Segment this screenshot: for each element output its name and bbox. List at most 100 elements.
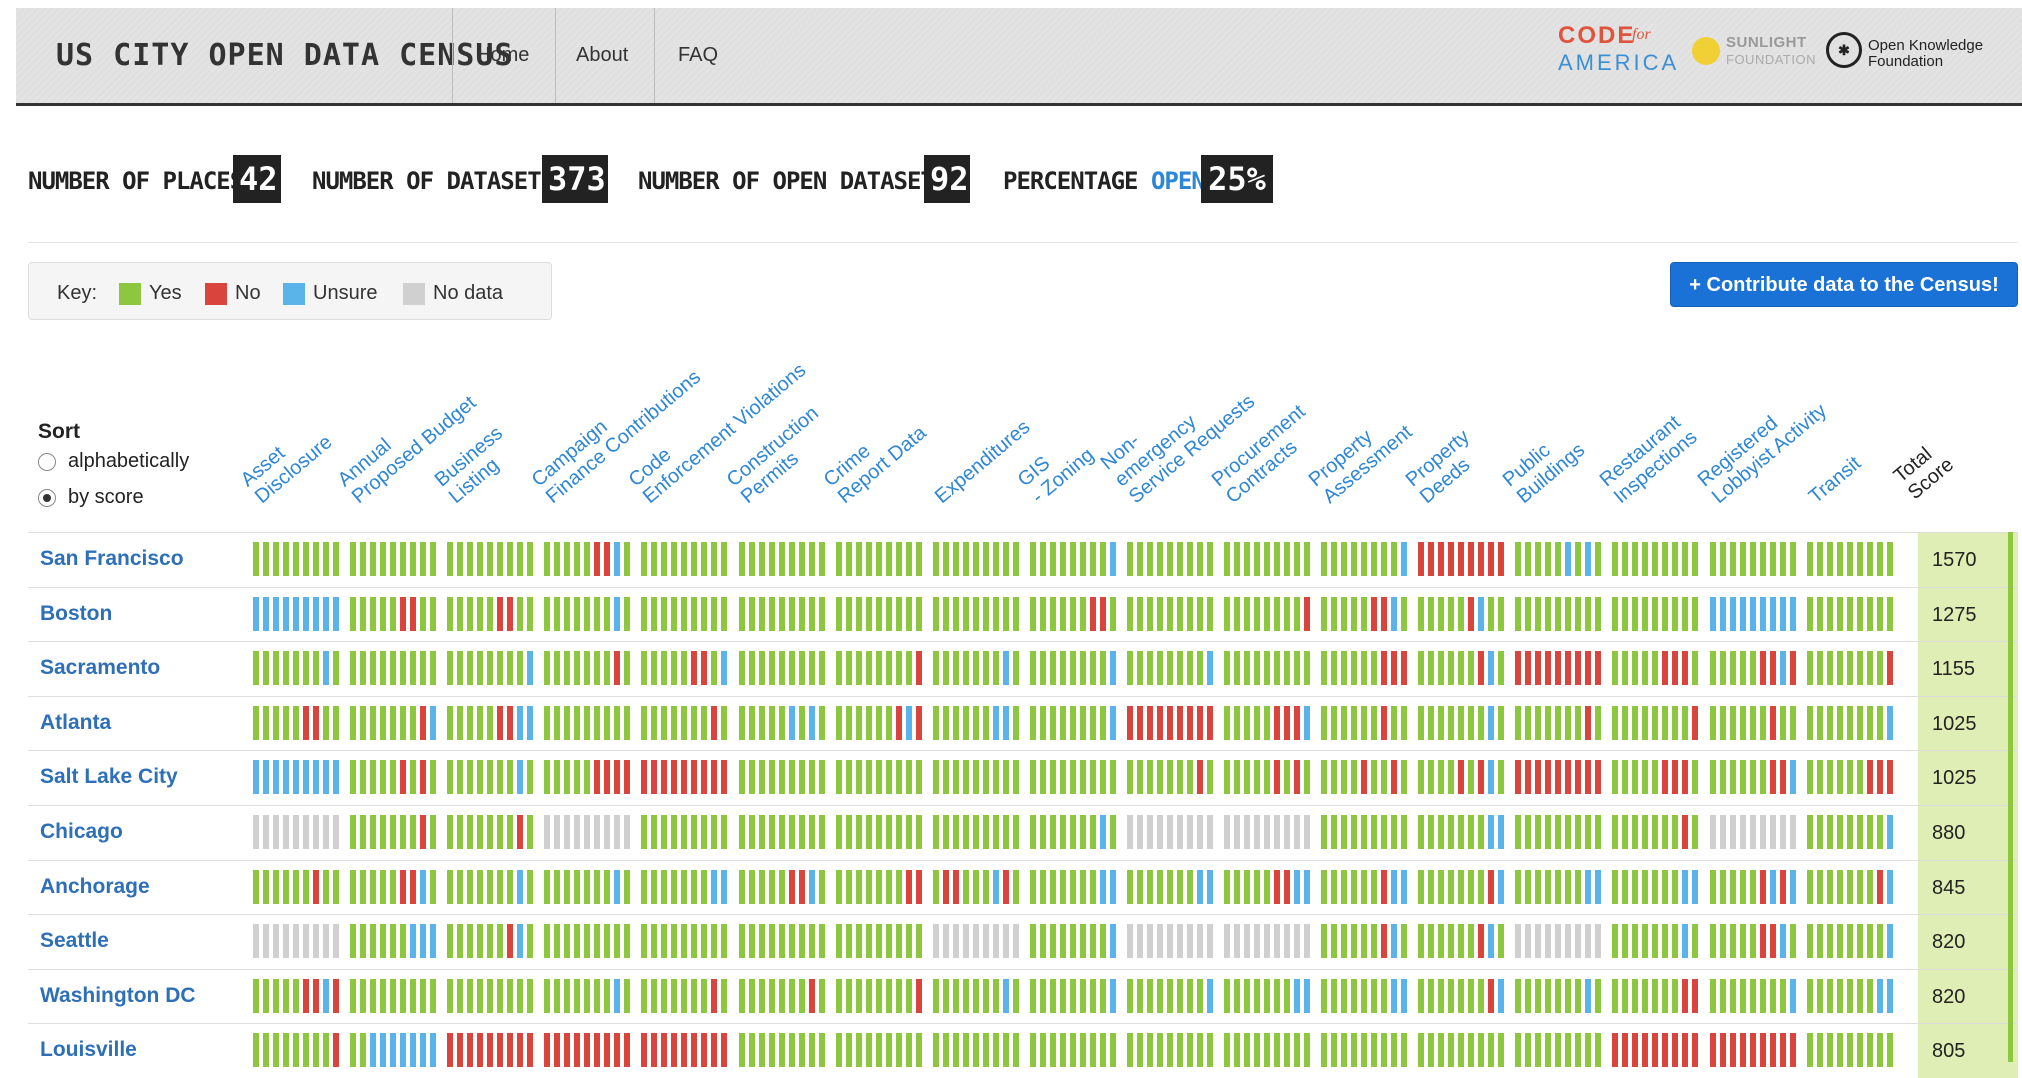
answer-bar <box>1136 869 1143 904</box>
answer-bar <box>758 760 765 795</box>
column-header-13[interactable]: Public Buildings <box>1499 422 1589 508</box>
answer-bar <box>1146 651 1153 686</box>
answer-bar <box>885 869 892 904</box>
answer-bar <box>390 1033 397 1068</box>
answer-bar <box>1769 705 1776 740</box>
city-link[interactable]: Sacramento <box>40 656 160 680</box>
nav-faq[interactable]: FAQ <box>678 44 718 67</box>
answer-bar <box>527 705 534 740</box>
answer-bar <box>952 760 959 795</box>
sort-score-label[interactable]: by score <box>68 486 144 509</box>
answer-bar <box>972 651 979 686</box>
city-link[interactable]: Washington DC <box>40 984 196 1008</box>
answer-bar <box>972 705 979 740</box>
answer-bar <box>845 542 852 576</box>
answer-bar <box>1381 978 1388 1013</box>
nav-home[interactable]: Home <box>476 44 529 67</box>
answer-bar <box>477 815 484 849</box>
answer-bar <box>1749 869 1756 904</box>
answer-bar <box>263 760 269 795</box>
answer-bar <box>390 815 397 849</box>
answer-bar <box>507 542 514 576</box>
answer-bar <box>641 760 648 795</box>
column-header-0[interactable]: Asset Disclosure <box>237 414 337 508</box>
answer-bar <box>1692 815 1699 849</box>
city-link[interactable]: Boston <box>40 602 112 626</box>
answer-bar <box>1856 760 1863 795</box>
answer-bar <box>447 760 454 795</box>
answer-bar <box>1816 978 1823 1013</box>
city-link[interactable]: Seattle <box>40 929 109 953</box>
column-header-6[interactable]: Crime Report Data <box>819 405 930 508</box>
answer-bar <box>1126 815 1133 849</box>
answer-bar <box>1488 760 1495 795</box>
answer-bar <box>905 978 912 1013</box>
answer-bar <box>1136 596 1143 631</box>
answer-bar <box>564 869 571 904</box>
answer-bar <box>778 542 785 576</box>
answer-bar <box>544 1033 551 1068</box>
answer-bar <box>952 651 959 686</box>
answer-bar <box>808 1033 815 1068</box>
answer-bar <box>487 705 494 740</box>
answer-bar <box>798 705 805 740</box>
column-header-7[interactable]: Expenditures <box>931 416 1035 508</box>
answer-bar <box>1428 760 1435 795</box>
answer-bar <box>855 651 862 686</box>
answer-bar <box>1284 760 1290 795</box>
answer-bar <box>1099 651 1106 686</box>
answer-bar <box>1535 1033 1542 1068</box>
answer-bar <box>758 978 765 1013</box>
answer-bar <box>1739 596 1746 631</box>
okf-logo[interactable]: Open Knowledge Foundation <box>1868 38 1983 70</box>
city-link[interactable]: San Francisco <box>40 547 184 571</box>
answer-bar <box>1826 705 1833 740</box>
city-link[interactable]: Salt Lake City <box>40 765 178 789</box>
city-link[interactable]: Atlanta <box>40 711 111 735</box>
sort-score-radio[interactable] <box>38 489 56 507</box>
answer-bar <box>1039 815 1046 849</box>
sort-alpha-label[interactable]: alphabetically <box>68 450 189 473</box>
answer-bar <box>517 869 524 904</box>
site-brand[interactable]: US CITY OPEN DATA CENSUS <box>56 38 513 73</box>
answer-bar <box>915 705 922 740</box>
city-link[interactable]: Chicago <box>40 820 123 844</box>
answer-bar <box>992 542 999 576</box>
code-for-america-logo[interactable]: CODE <box>1558 22 1635 50</box>
answer-bar <box>293 651 299 686</box>
answer-bar <box>614 978 621 1013</box>
sunlight-logo[interactable]: SUNLIGHT <box>1726 34 1807 51</box>
answer-bar <box>1769 760 1776 795</box>
answer-bar <box>992 596 999 631</box>
city-link[interactable]: Louisville <box>40 1038 137 1062</box>
sort-alpha-radio[interactable] <box>38 453 56 471</box>
column-header-16[interactable]: Transit <box>1804 452 1864 508</box>
column-header-14[interactable]: Restaurant Inspections <box>1596 409 1702 508</box>
answer-bar <box>942 815 949 849</box>
answer-bar <box>1351 978 1358 1013</box>
answer-bar <box>1351 651 1358 686</box>
answer-bar <box>1351 924 1358 959</box>
answer-bar <box>390 596 397 631</box>
answer-bar <box>1234 869 1240 904</box>
answer-bar <box>1595 542 1602 576</box>
city-link[interactable]: Anchorage <box>40 875 150 899</box>
answer-bar <box>1418 924 1425 959</box>
answer-bar <box>574 978 581 1013</box>
okf-logo-icon[interactable]: ✱ <box>1826 32 1862 68</box>
answer-bar <box>1866 596 1873 631</box>
contribute-button[interactable]: + Contribute data to the Census! <box>1670 262 2018 307</box>
answer-bar <box>1448 542 1455 576</box>
answer-bar <box>604 815 611 849</box>
nav-about[interactable]: About <box>576 44 628 67</box>
answer-bar <box>1428 924 1435 959</box>
answer-bar <box>1632 978 1639 1013</box>
answer-bar <box>651 705 658 740</box>
answer-bar <box>1806 542 1813 576</box>
answer-bar <box>942 705 949 740</box>
answer-bar <box>818 924 825 959</box>
answer-bar <box>604 760 611 795</box>
answer-bar <box>1545 705 1552 740</box>
answer-bar <box>1739 542 1746 576</box>
column-header-11[interactable]: Property Assessment <box>1305 404 1417 508</box>
